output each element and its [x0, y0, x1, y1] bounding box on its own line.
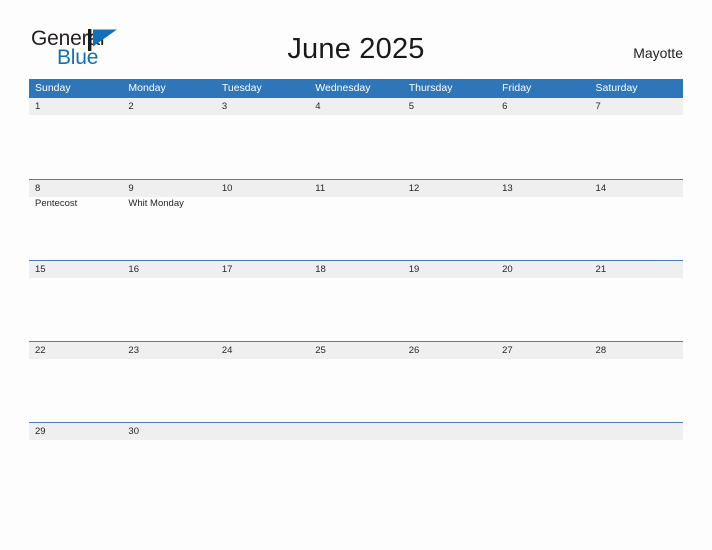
day-cell-events	[216, 197, 309, 260]
day-cell-events	[590, 359, 683, 422]
day-cell-date[interactable]: 17	[216, 261, 309, 278]
calendar-weeks: 1 2 3 4 5 6 7 8 9 10 11 12 13 14 Pentecost Whit Monday 1…	[29, 98, 683, 452]
day-cell-date[interactable]: 8	[29, 180, 122, 197]
day-cell-events	[403, 197, 496, 260]
day-cell-empty	[216, 423, 309, 440]
day-cell-events	[29, 359, 122, 422]
day-cell-date[interactable]: 29	[29, 423, 122, 440]
day-cell-events	[216, 278, 309, 341]
day-cell-events	[309, 359, 402, 422]
calendar-week-row: 29 30	[29, 422, 683, 452]
day-cell-date[interactable]: 26	[403, 342, 496, 359]
day-cell-date[interactable]: 28	[590, 342, 683, 359]
day-cell-events	[403, 359, 496, 422]
day-cell-events: Pentecost	[29, 197, 122, 260]
week-date-band: 1234567	[29, 98, 683, 115]
day-cell-events	[309, 115, 402, 178]
day-cell-events	[403, 115, 496, 178]
day-cell-date[interactable]: 14	[590, 180, 683, 197]
day-cell-events	[309, 197, 402, 260]
week-event-band	[29, 115, 683, 178]
day-cell-date[interactable]: 23	[122, 342, 215, 359]
calendar-week-row: 8 9 10 11 12 13 14 Pentecost Whit Monday	[29, 179, 683, 260]
day-cell-date[interactable]: 20	[496, 261, 589, 278]
calendar-page: General Blue June 2025 Mayotte Sunday Mon…	[0, 0, 712, 550]
day-cell-empty	[309, 423, 402, 440]
weekday-header-monday: Monday	[128, 82, 166, 94]
day-cell-empty	[590, 423, 683, 440]
day-cell-events	[122, 278, 215, 341]
weekday-header-tuesday: Tuesday	[221, 82, 262, 94]
day-cell-events	[29, 115, 122, 178]
holiday-event-label: Pentecost	[35, 198, 78, 209]
day-cell-date[interactable]: 16	[122, 261, 215, 278]
day-cell-date[interactable]: 25	[309, 342, 402, 359]
day-cell-events	[496, 197, 589, 260]
page-header: General Blue June 2025 Mayotte	[0, 0, 712, 76]
weekday-header-wednesday: Wednesday	[315, 82, 371, 94]
weekday-header-saturday: Saturday	[595, 82, 638, 94]
weekday-header-thursday: Thursday	[408, 82, 453, 94]
region-label: Mayotte	[633, 45, 683, 61]
day-cell-date[interactable]: 2	[122, 98, 215, 115]
day-cell-date[interactable]: 4	[309, 98, 402, 115]
day-cell-date[interactable]: 10	[216, 180, 309, 197]
week-date-band: 15 16 17 18 19 20 21	[29, 261, 683, 278]
week-event-band	[29, 278, 683, 341]
day-cell-events	[216, 359, 309, 422]
day-cell-events	[122, 359, 215, 422]
day-cell-date[interactable]: 11	[309, 180, 402, 197]
day-cell-date[interactable]: 27	[496, 342, 589, 359]
week-date-band: 29 30	[29, 423, 683, 440]
calendar-week-row: 22 23 24 25 26 27 28	[29, 341, 683, 422]
weekday-header-friday: Friday	[502, 82, 532, 94]
day-cell-events	[122, 115, 215, 178]
day-cell-date[interactable]: 19	[403, 261, 496, 278]
week-event-band	[29, 359, 683, 422]
calendar-week-row: 1234567	[29, 98, 683, 179]
day-cell-events	[496, 359, 589, 422]
day-cell-events	[496, 115, 589, 178]
day-cell-events	[590, 115, 683, 178]
day-cell-date[interactable]: 3	[216, 98, 309, 115]
weekday-header-row: Sunday Monday Tuesday Wednesday Thursday Frid…	[29, 79, 683, 98]
day-cell-date[interactable]: 9	[122, 180, 215, 197]
day-cell-empty	[403, 423, 496, 440]
week-date-band: 22 23 24 25 26 27 28	[29, 342, 683, 359]
day-cell-date[interactable]: 7	[590, 98, 683, 115]
day-cell-events	[216, 115, 309, 178]
holiday-event-label: Whit Monday	[128, 198, 184, 209]
day-cell-date[interactable]: 12	[403, 180, 496, 197]
week-event-band: Pentecost Whit Monday	[29, 197, 683, 260]
day-cell-events	[590, 197, 683, 260]
day-cell-date[interactable]: 18	[309, 261, 402, 278]
day-cell-date[interactable]: 5	[403, 98, 496, 115]
day-cell-events	[403, 278, 496, 341]
day-cell-date[interactable]: 30	[122, 423, 215, 440]
day-cell-date[interactable]: 15	[29, 261, 122, 278]
day-cell-events	[496, 278, 589, 341]
day-cell-empty	[496, 423, 589, 440]
day-cell-date[interactable]: 24	[216, 342, 309, 359]
day-cell-date[interactable]: 21	[590, 261, 683, 278]
weekday-header-sunday: Sunday	[35, 82, 71, 94]
calendar-grid: Sunday Monday Tuesday Wednesday Thursday Frid…	[29, 79, 683, 452]
day-cell-date[interactable]: 13	[496, 180, 589, 197]
day-cell-date[interactable]: 6	[496, 98, 589, 115]
page-title: June 2025	[287, 33, 425, 65]
day-cell-events	[590, 278, 683, 341]
day-cell-events	[309, 278, 402, 341]
day-cell-events: Whit Monday	[122, 197, 215, 260]
day-cell-date[interactable]: 22	[29, 342, 122, 359]
day-cell-date[interactable]: 1	[29, 98, 122, 115]
week-date-band: 8 9 10 11 12 13 14	[29, 180, 683, 197]
day-cell-events	[29, 278, 122, 341]
calendar-week-row: 15 16 17 18 19 20 21	[29, 260, 683, 341]
